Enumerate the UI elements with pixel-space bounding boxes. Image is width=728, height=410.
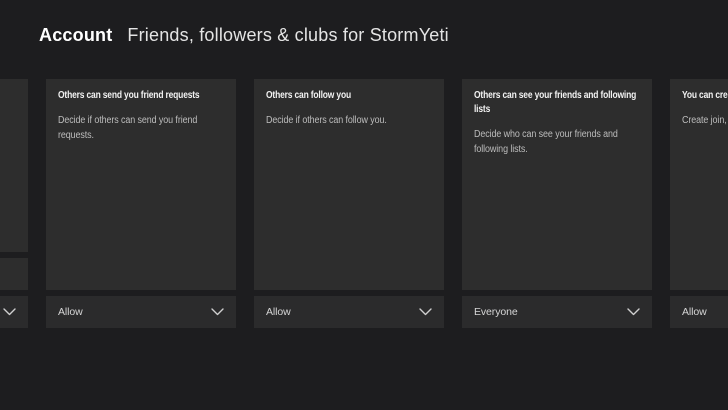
card-title: Others can send you friend requests: [58, 89, 224, 103]
card-body: Others can see your friends and followin…: [462, 79, 652, 290]
setting-card-follow-you: Others can follow you Decide if others c…: [254, 79, 444, 328]
card-description-fragment: ers.: [0, 139, 3, 154]
clubs-dropdown[interactable]: Allow: [670, 296, 728, 328]
card-title: Others can see your friends and followin…: [474, 89, 640, 117]
settings-screen: Account Friends, followers & clubs for S…: [0, 0, 728, 410]
card-body: ers.: [0, 79, 28, 252]
dropdown-value: Everyone: [474, 306, 518, 318]
page-title: Friends, followers & clubs for StormYeti: [127, 25, 448, 46]
chevron-down-icon: [211, 308, 224, 316]
dropdown-value: Allow: [58, 306, 83, 318]
chevron-down-icon: [627, 308, 640, 316]
page-header: Account Friends, followers & clubs for S…: [39, 25, 449, 46]
chevron-down-icon: [419, 308, 432, 316]
card-body: Others can follow you Decide if others c…: [254, 79, 444, 290]
friends-lists-dropdown[interactable]: Everyone: [462, 296, 652, 328]
follow-you-dropdown[interactable]: Allow: [254, 296, 444, 328]
card-body: You can cre Create join,: [670, 79, 728, 290]
card-description: Decide who can see your friends and foll…: [474, 127, 640, 157]
setting-card-friend-requests: Others can send you friend requests Deci…: [46, 79, 236, 328]
partial-setting-row[interactable]: [0, 258, 28, 290]
breadcrumb-section: Account: [39, 25, 112, 46]
card-description: Decide if others can send you friend req…: [58, 113, 224, 143]
friend-requests-dropdown[interactable]: Allow: [46, 296, 236, 328]
card-description: Create join,: [682, 113, 728, 128]
card-title: Others can follow you: [266, 89, 432, 103]
partial-left-dropdown[interactable]: [0, 296, 28, 328]
card-title: You can cre: [682, 89, 728, 103]
settings-cards-row: ers. Others can send you friend requests…: [0, 79, 728, 328]
chevron-down-icon: [3, 308, 16, 316]
card-body: Others can send you friend requests Deci…: [46, 79, 236, 290]
setting-card-partial-left: ers.: [0, 79, 28, 328]
setting-card-clubs: You can cre Create join, Allow: [670, 79, 728, 328]
dropdown-value: Allow: [682, 306, 707, 318]
card-description: Decide if others can follow you.: [266, 113, 432, 128]
setting-card-friends-lists: Others can see your friends and followin…: [462, 79, 652, 328]
dropdown-value: Allow: [266, 306, 291, 318]
